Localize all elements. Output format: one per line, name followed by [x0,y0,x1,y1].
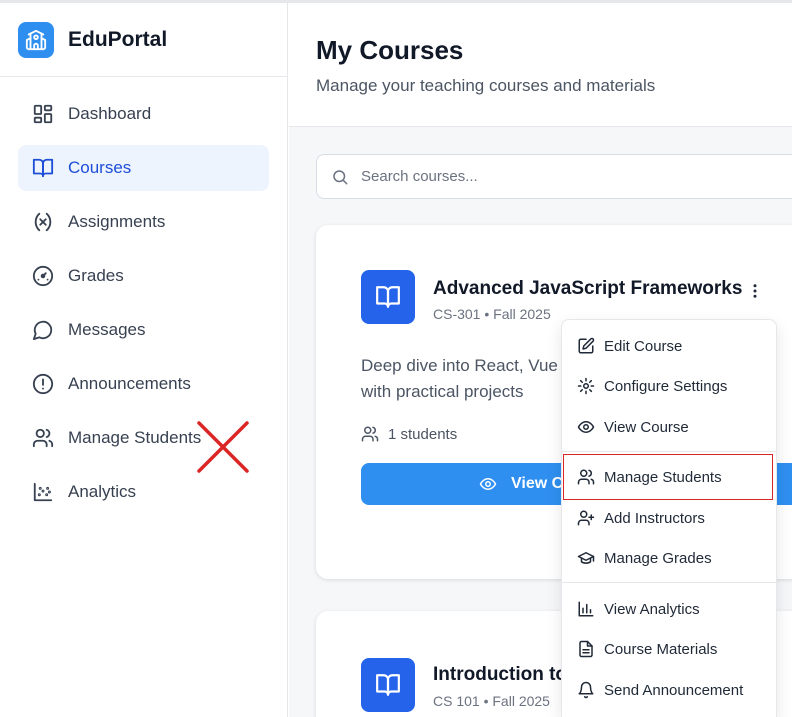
course-actions-menu: Edit Course Configure Settings View Cour… [561,319,777,717]
course-title: Introduction to [433,664,568,685]
book-open-icon [361,658,415,712]
menu-item-label: Manage Grades [604,549,712,567]
sidebar-item-messages[interactable]: Messages [18,307,269,353]
close-x-annotation-icon [197,421,249,473]
view-course-label: View C [511,475,564,492]
sidebar-item-assignments[interactable]: Assignments [18,199,269,245]
menu-item-label: Configure Settings [604,377,728,395]
bell-icon [578,681,594,699]
message-circle-icon [32,320,53,341]
eye-icon [577,421,595,433]
sidebar: EduPortal Dashboard Courses Assignments … [0,3,288,717]
student-count: 1 students [361,425,457,443]
menu-item-label: Send Announcement [604,681,744,699]
more-vertical-icon[interactable] [743,279,767,303]
page-title: My Courses [316,35,464,65]
settings-icon [577,377,595,395]
menu-item-label: View Analytics [604,600,700,618]
menu-item-configure-settings[interactable]: Configure Settings [562,366,776,406]
gauge-icon [32,265,54,287]
app-name: EduPortal [68,27,168,51]
menu-item-send-announcement[interactable]: Send Announcement [562,670,776,710]
sidebar-item-label: Messages [68,320,146,339]
menu-item-course-materials[interactable]: Course Materials [562,629,776,669]
sidebar-item-analytics[interactable]: Analytics [18,469,269,515]
menu-divider [562,582,776,583]
variable-icon [34,212,52,232]
edit-icon [578,337,595,354]
student-count-label: 1 students [388,425,458,443]
search-input[interactable] [361,168,761,185]
course-meta: CS-301 • Fall 2025 [433,306,551,322]
menu-item-label: Add Instructors [604,509,705,527]
sidebar-item-label: Grades [68,266,124,285]
course-description: Deep dive into React, Vue with practical… [361,356,558,401]
alert-circle-icon [32,373,54,395]
sidebar-item-label: Manage Students [68,428,202,447]
search-icon [333,169,348,184]
course-meta: CS 101 • Fall 2025 [433,693,550,709]
brand: EduPortal [0,3,287,77]
menu-item-view-course[interactable]: View Course [562,407,776,447]
sidebar-item-label: Dashboard [68,104,152,123]
file-text-icon [579,640,593,658]
school-icon [18,21,54,58]
menu-item-view-analytics[interactable]: View Analytics [562,589,776,629]
sidebar-item-announcements[interactable]: Announcements [18,361,269,407]
scatter-chart-icon [33,482,53,502]
sidebar-item-dashboard[interactable]: Dashboard [18,91,269,137]
sidebar-item-label: Analytics [68,482,137,501]
menu-item-edit-course[interactable]: Edit Course [562,326,776,366]
graduation-cap-icon [577,552,595,564]
menu-item-manage-grades[interactable]: Manage Grades [562,538,776,578]
users-icon [32,428,54,448]
page-header: My Courses Manage your teaching courses … [289,3,792,127]
sidebar-item-label: Announcements [68,374,191,393]
book-open-icon [32,158,54,178]
book-open-icon [361,270,415,324]
menu-divider [562,451,776,452]
menu-item-label: Manage Students [604,468,722,486]
sidebar-item-label: Assignments [68,212,166,231]
page-subtitle: Manage your teaching courses and materia… [316,76,656,95]
user-plus-icon [577,510,595,526]
sidebar-item-label: Courses [68,158,132,177]
menu-item-add-instructors[interactable]: Add Instructors [562,498,776,538]
menu-item-label: Course Materials [604,640,718,658]
bar-chart-icon [578,601,594,617]
dashboard-icon [33,104,53,124]
menu-item-manage-students[interactable]: Manage Students [563,454,773,500]
search-bar [316,154,792,199]
menu-item-label: View Course [604,418,689,436]
users-icon [577,469,595,485]
sidebar-item-grades[interactable]: Grades [18,253,269,299]
menu-item-label: Edit Course [604,337,683,355]
eye-icon [479,478,497,490]
course-title: Advanced JavaScript Frameworks [433,278,743,299]
sidebar-item-courses[interactable]: Courses [18,145,269,191]
users-icon [361,426,379,442]
